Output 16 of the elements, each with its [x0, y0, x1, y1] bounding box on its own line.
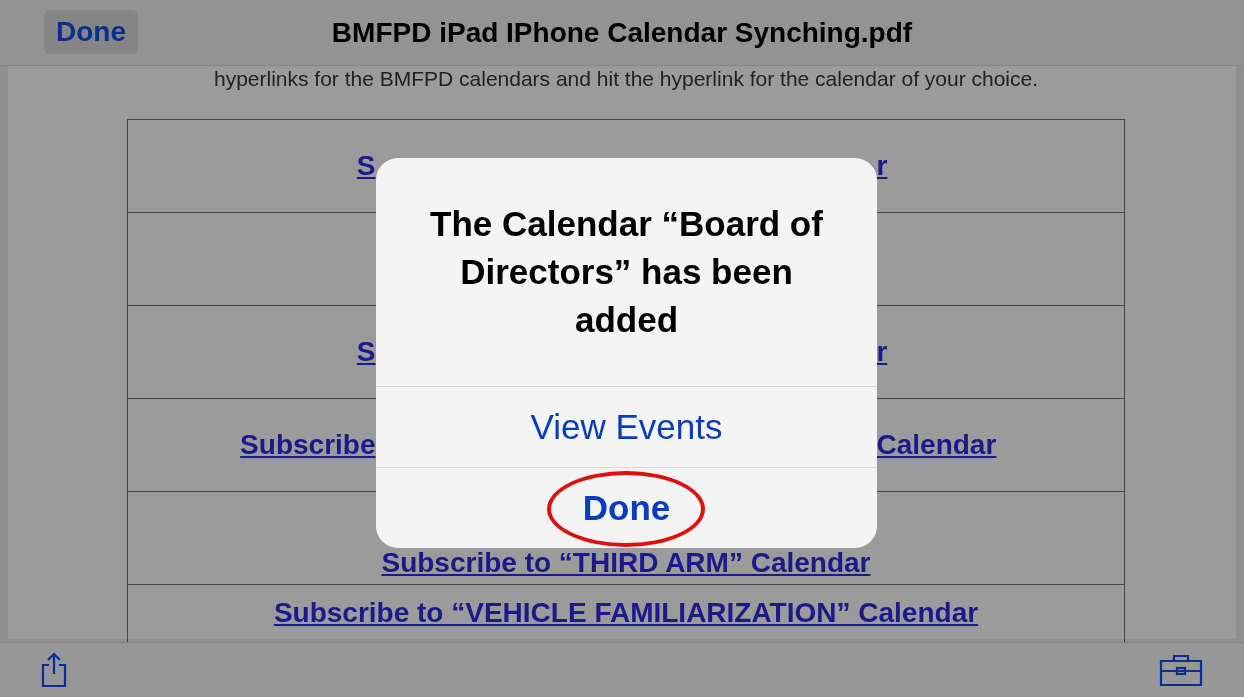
document-text: hyperlinks for the BMFPD calendars and hit the hyperlink for the calendar of your choice. [212, 66, 1040, 92]
calendar-link[interactable]: S [356, 150, 376, 182]
done-button[interactable]: Done [44, 10, 138, 54]
alert-button[interactable]: Done [582, 481, 671, 535]
calendar-link[interactable]: Subscribe to “VEHICLE FAMILIARIZATION” Calendar [273, 597, 979, 629]
alert-button[interactable]: View Events [530, 401, 723, 454]
toolbox-icon[interactable] [1158, 653, 1204, 687]
calendar-link[interactable]: Subscribe [240, 429, 376, 461]
calendar-link[interactable]: S [356, 336, 376, 368]
share-icon[interactable] [40, 652, 68, 688]
alert-message: The Calendar “Board of Directors” has been added [429, 203, 824, 342]
document-title: BMFPD iPad IPhone Calendar Synching.pdf [331, 15, 913, 50]
calendar-link[interactable]: r [876, 150, 888, 182]
calendar-link[interactable]: r [876, 336, 888, 368]
calendar-link[interactable]: Calendar [876, 429, 997, 461]
calendar-link[interactable]: Subscribe to “THIRD ARM” Calendar [381, 547, 871, 579]
